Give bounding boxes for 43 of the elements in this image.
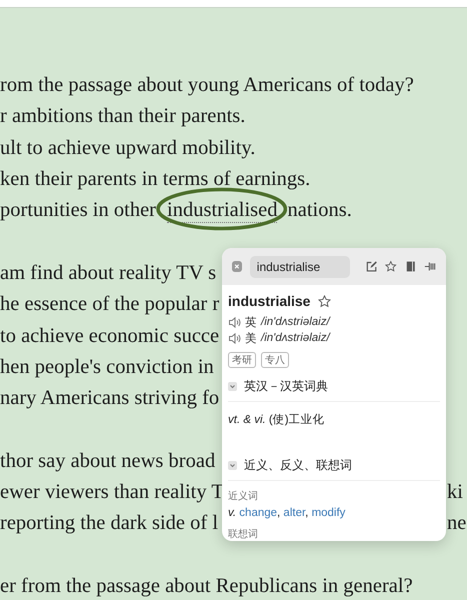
passage-text: rom the passage about young Americans of today? xyxy=(0,74,414,98)
passage-text: reporting the dark side of l xyxy=(0,512,218,536)
passage-text: portunities in other xyxy=(0,199,156,222)
definition-text: vt. & vi. (使)工业化 xyxy=(228,412,326,428)
phonetic-text: /in'dʌstriəlaiz/ xyxy=(261,316,330,328)
group-label: 联想词 xyxy=(228,528,259,541)
section-title: 英汉－汉英词典 xyxy=(244,378,328,395)
passage-text: thor say about news broad xyxy=(0,450,216,473)
search-field[interactable]: industrialise xyxy=(250,256,350,278)
passage-text: ki xyxy=(447,481,463,504)
synonym-link[interactable]: modify xyxy=(312,507,346,519)
speaker-icon[interactable] xyxy=(228,316,241,328)
synonym-link[interactable]: alter xyxy=(283,507,306,519)
section-title: 近义、反义、联想词 xyxy=(244,457,352,474)
passage-text: ken their parents in terms of earnings. xyxy=(0,168,310,192)
passage-text: to achieve economic succe xyxy=(0,324,220,348)
star-icon[interactable] xyxy=(385,260,397,273)
passage-text: am find about reality TV s xyxy=(0,262,216,285)
star-icon[interactable] xyxy=(318,294,332,308)
pin-icon[interactable] xyxy=(424,260,436,273)
chevron-icon[interactable] xyxy=(228,461,237,470)
edit-icon[interactable] xyxy=(366,260,378,273)
passage-text: hen people's conviction in xyxy=(0,356,214,379)
passage-text: er from the passage about Republicans in general? xyxy=(0,574,413,598)
passage-text: r ambitions than their parents. xyxy=(0,105,246,128)
phonetic-text: /in'dʌstriəlaiz/ xyxy=(261,332,330,344)
region-label: 英 xyxy=(245,316,257,330)
synonym-link[interactable]: change xyxy=(239,507,278,519)
book-icon[interactable] xyxy=(404,260,416,273)
headword: industrialise xyxy=(228,293,310,309)
speaker-icon[interactable] xyxy=(228,332,241,344)
group-label: 近义词 xyxy=(228,490,259,503)
passage-text: ne xyxy=(447,512,466,536)
passage-text: ult to achieve upward mobility. xyxy=(0,136,256,160)
region-label: 美 xyxy=(245,331,257,346)
synonym-line: v. change, alter, modify xyxy=(228,507,346,519)
passage-text: nary Americans striving fo xyxy=(0,387,220,410)
exam-tag: 专八 xyxy=(261,352,289,368)
exam-tag: 考研 xyxy=(228,352,256,368)
chevron-icon[interactable] xyxy=(228,382,237,391)
passage-text: nations. xyxy=(287,199,352,222)
passage-text: he essence of the popular r xyxy=(0,293,220,316)
close-icon[interactable] xyxy=(232,261,242,272)
